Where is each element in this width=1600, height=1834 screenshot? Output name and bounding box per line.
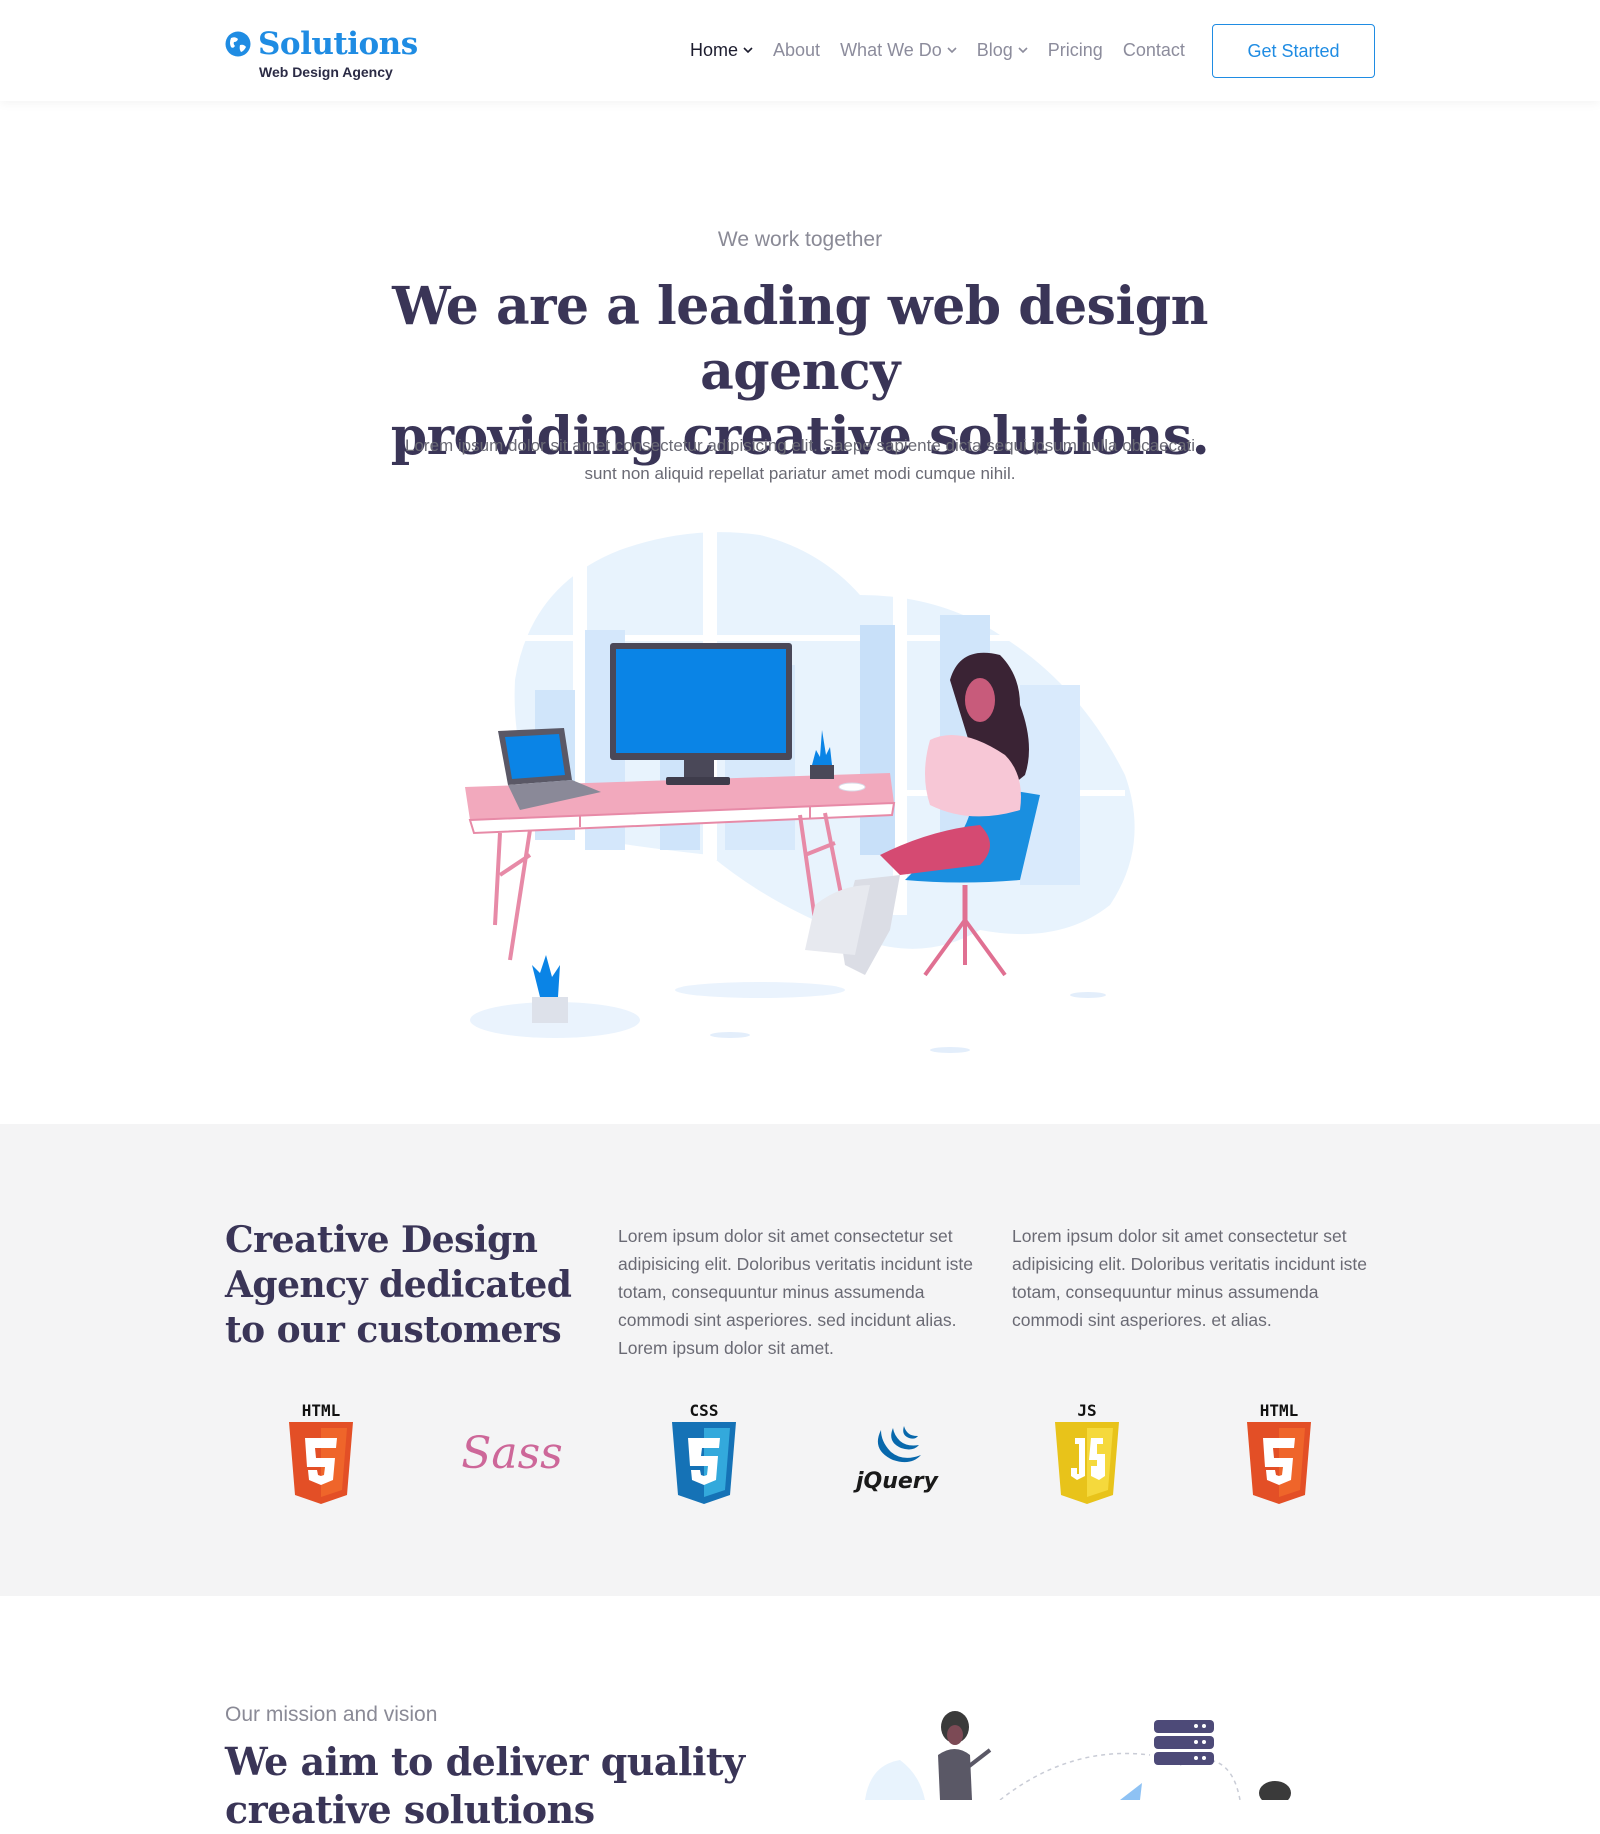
css3-label: CSS: [690, 1401, 719, 1420]
nav-contact[interactable]: Contact: [1123, 40, 1185, 61]
logo[interactable]: Solutions Web Design Agency: [225, 26, 418, 80]
js-logo: JS: [1032, 1400, 1142, 1510]
css3-icon: CSS: [672, 1401, 737, 1504]
globe-icon: [225, 31, 251, 57]
hero-title-line1: We are a leading web design agency: [392, 276, 1208, 402]
logo-tagline: Web Design Agency: [259, 64, 393, 80]
js-label: JS: [1078, 1401, 1097, 1420]
site-header: Solutions Web Design Agency Home About W…: [0, 0, 1600, 101]
tech-logos: HTML Sass CSS jQuery JS HTML: [225, 1400, 1375, 1510]
jquery-wordmark: jQuery: [853, 1469, 940, 1494]
nav-home-label: Home: [690, 40, 739, 60]
nav-contact-label: Contact: [1122, 40, 1185, 60]
about-paragraph-2: Lorem ipsum dolor sit amet consectetur s…: [1012, 1226, 1368, 1330]
nav-what-we-do-label: What We Do: [840, 40, 942, 60]
css3-logo: CSS: [649, 1400, 759, 1510]
sass-wordmark: Sass: [462, 1428, 564, 1479]
nav-pricing-label: Pricing: [1047, 40, 1103, 60]
html5-icon: HTML: [1247, 1401, 1312, 1504]
chevron-down-icon: [947, 47, 957, 54]
html5-icon: HTML: [288, 1401, 353, 1504]
logo-name: Solutions: [258, 26, 418, 62]
js-icon: JS: [1055, 1401, 1120, 1504]
jquery-icon: jQuery: [853, 1426, 940, 1494]
nav-about-label: About: [773, 40, 821, 60]
nav-what-we-do[interactable]: What We Do: [840, 40, 957, 61]
jquery-logo: jQuery: [841, 1400, 951, 1510]
sass-icon: Sass: [462, 1428, 564, 1479]
html5-logo: HTML: [266, 1400, 376, 1510]
sass-logo: Sass: [457, 1400, 567, 1510]
main-nav: Home About What We Do Blog Pricing Conta…: [690, 40, 1205, 61]
office-desk-illustration: [465, 530, 1135, 1053]
nav-home[interactable]: Home: [690, 40, 753, 61]
html5-logo: HTML: [1224, 1400, 1334, 1510]
chevron-down-icon: [743, 47, 753, 54]
mission-illustration: [865, 1711, 1291, 1800]
html5-label: HTML: [302, 1401, 341, 1420]
get-started-button[interactable]: Get Started: [1212, 24, 1375, 78]
nav-blog-label: Blog: [976, 40, 1013, 60]
hero-body: Lorem ipsum dolor sit amet consectetur a…: [405, 436, 1195, 483]
mission-title: We aim to deliver quality creative solut…: [225, 1739, 745, 1832]
chevron-down-icon: [1018, 47, 1028, 54]
mission-eyebrow: Our mission and vision: [225, 1703, 438, 1726]
nav-blog[interactable]: Blog: [977, 40, 1028, 61]
html5-label: HTML: [1260, 1401, 1299, 1420]
about-paragraph-1: Lorem ipsum dolor sit amet consectetur s…: [618, 1226, 974, 1358]
hero-eyebrow: We work together: [717, 228, 883, 251]
about-title: Creative Design Agency dedicated to our …: [225, 1219, 572, 1351]
nav-about[interactable]: About: [773, 40, 820, 61]
nav-pricing[interactable]: Pricing: [1048, 40, 1103, 61]
